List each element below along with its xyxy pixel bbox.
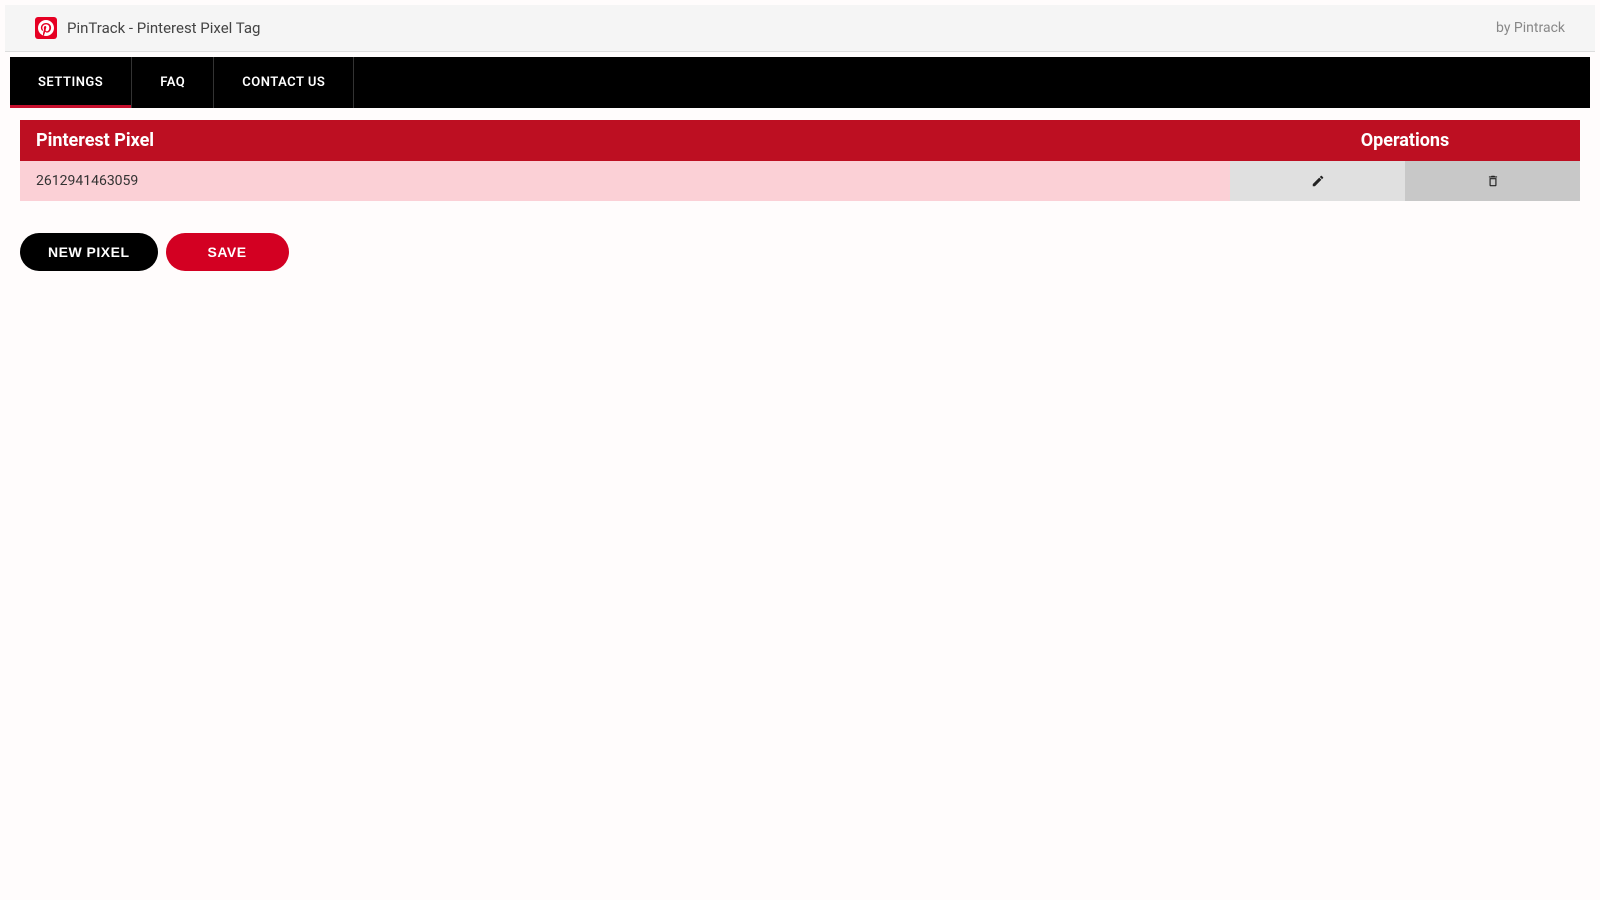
pencil-icon [1311,174,1325,188]
button-row: NEW PIXEL SAVE [20,233,1580,271]
pixel-id-cell: 2612941463059 [20,161,1230,201]
by-attribution: by Pintrack [1496,20,1565,36]
app-title: PinTrack - Pinterest Pixel Tag [67,19,260,37]
content-area: Pinterest Pixel Operations 2612941463059… [0,108,1600,283]
tab-faq[interactable]: FAQ [132,57,214,108]
top-bar-left: PinTrack - Pinterest Pixel Tag [35,17,260,39]
table-header: Pinterest Pixel Operations [20,120,1580,161]
nav-bar: SETTINGS FAQ CONTACT US [10,57,1590,108]
table-row: 2612941463059 [20,161,1580,201]
save-button[interactable]: SAVE [166,233,289,271]
edit-button[interactable] [1230,161,1405,201]
column-header-pixel: Pinterest Pixel [20,120,1230,161]
pixel-table: Pinterest Pixel Operations 2612941463059 [20,120,1580,201]
top-bar: PinTrack - Pinterest Pixel Tag by Pintra… [5,5,1595,52]
tab-settings[interactable]: SETTINGS [10,57,132,108]
new-pixel-button[interactable]: NEW PIXEL [20,233,158,271]
pinterest-icon [35,17,57,39]
delete-button[interactable] [1405,161,1580,201]
tab-contact-us[interactable]: CONTACT US [214,57,354,108]
trash-icon [1486,174,1500,188]
column-header-operations: Operations [1230,120,1580,161]
